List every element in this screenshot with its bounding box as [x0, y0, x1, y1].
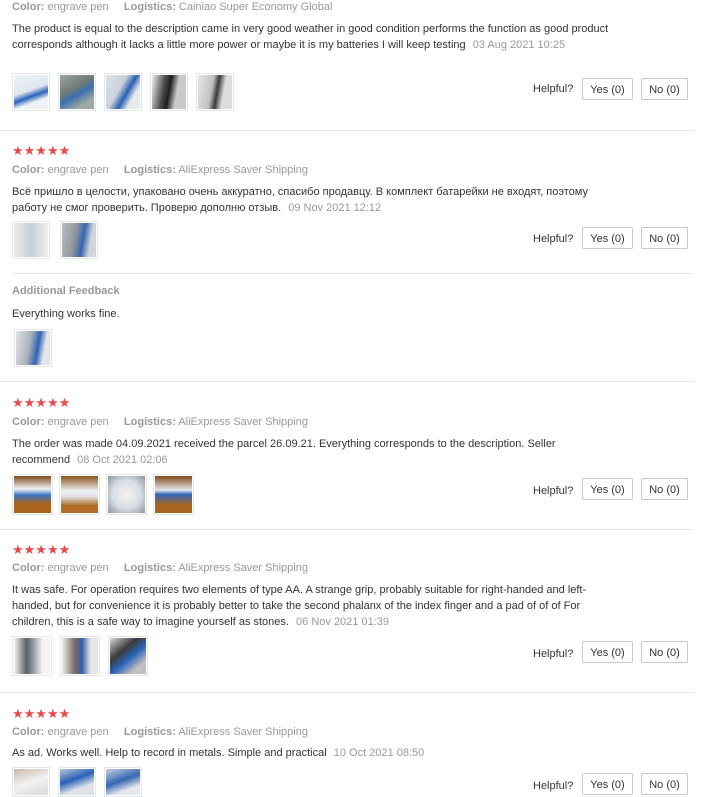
review-4-text-block: It was safe. For operation requires two … [12, 582, 620, 630]
review-date: 06 Nov 2021 01:39 [296, 616, 389, 628]
review-photo[interactable] [196, 73, 234, 111]
additional-feedback-divider [12, 273, 694, 274]
review-5-text-block: As ad. Works well. Help to record in met… [12, 745, 632, 761]
helpful-yes-button[interactable]: Yes (0) [582, 227, 633, 249]
review-photo[interactable] [59, 474, 100, 515]
review-photo[interactable] [104, 767, 142, 797]
additional-feedback-photos [14, 329, 52, 367]
review-photo[interactable] [106, 474, 147, 515]
review-photo[interactable] [104, 73, 142, 111]
review-photo[interactable] [58, 767, 96, 797]
review-divider [0, 529, 694, 530]
logistics-value: AliExpress Saver Shipping [178, 726, 308, 738]
color-label: Color: [12, 562, 45, 574]
review-photo[interactable] [150, 73, 188, 111]
helpful-label: Helpful? [533, 233, 574, 245]
helpful-label: Helpful? [533, 648, 574, 660]
logistics-value: Cainiao Super Economy Global [178, 1, 333, 13]
review-photo[interactable] [12, 636, 52, 676]
review-date: 08 Oct 2021 02:06 [77, 454, 168, 466]
review-photo[interactable] [12, 221, 50, 259]
helpful-label: Helpful? [533, 780, 574, 792]
review-photo[interactable] [12, 474, 53, 515]
review-date: 03 Aug 2021 10:25 [472, 39, 566, 51]
review-3-photos [12, 474, 194, 515]
review-4-meta: Color: engrave pen Logistics: AliExpress… [12, 562, 308, 574]
review-date: 10 Oct 2021 08:50 [333, 747, 425, 759]
star-rating: ★★★★★ [12, 395, 71, 410]
color-value: engrave pen [47, 1, 109, 13]
review-divider [0, 130, 694, 131]
review-3-text-block: The order was made 04.09.2021 received t… [12, 436, 587, 468]
logistics-label: Logistics: [123, 1, 176, 13]
review-photo[interactable] [12, 73, 50, 111]
review-photo[interactable] [58, 73, 96, 111]
review-1-meta: Color: engrave pen Logistics: Cainiao Su… [12, 1, 332, 13]
review-3-meta: Color: engrave pen Logistics: AliExpress… [12, 416, 308, 428]
logistics-value: AliExpress Saver Shipping [178, 164, 308, 176]
review-2-photos [12, 221, 98, 259]
review-5-meta: Color: engrave pen Logistics: AliExpress… [12, 726, 308, 738]
logistics-label: Logistics: [123, 416, 176, 428]
color-value: engrave pen [47, 562, 109, 574]
helpful-no-button[interactable]: No (0) [641, 641, 688, 663]
review-1-text-block: The product is equal to the description … [12, 21, 612, 53]
helpful-yes-button[interactable]: Yes (0) [582, 478, 633, 500]
additional-feedback-text: Everything works fine. [12, 308, 120, 320]
color-label: Color: [12, 416, 45, 428]
star-rating: ★★★★★ [12, 143, 71, 158]
helpful-no-button[interactable]: No (0) [641, 227, 688, 249]
logistics-value: AliExpress Saver Shipping [178, 416, 308, 428]
color-label: Color: [12, 164, 45, 176]
color-label: Color: [12, 1, 45, 13]
color-value: engrave pen [47, 416, 109, 428]
helpful-yes-button[interactable]: Yes (0) [582, 773, 633, 795]
review-divider [0, 381, 694, 382]
star-rating: ★★★★★ [12, 706, 71, 721]
helpful-label: Helpful? [533, 485, 574, 497]
review-2-text-block: Всё пришло в целости, упаковано очень ак… [12, 184, 622, 216]
star-rating: ★★★★★ [12, 542, 71, 557]
helpful-no-button[interactable]: No (0) [641, 478, 688, 500]
review-photo[interactable] [108, 636, 148, 676]
color-value: engrave pen [47, 726, 109, 738]
review-photo[interactable] [12, 767, 50, 797]
additional-feedback-heading: Additional Feedback [12, 285, 120, 297]
helpful-no-button[interactable]: No (0) [641, 773, 688, 795]
logistics-label: Logistics: [123, 562, 176, 574]
review-photo[interactable] [153, 474, 194, 515]
helpful-yes-button[interactable]: Yes (0) [582, 641, 633, 663]
logistics-label: Logistics: [123, 164, 176, 176]
review-date: 09 Nov 2021 12:12 [288, 202, 382, 214]
color-label: Color: [12, 726, 45, 738]
logistics-label: Logistics: [123, 726, 176, 738]
review-2-meta: Color: engrave pen Logistics: AliExpress… [12, 164, 308, 176]
logistics-value: AliExpress Saver Shipping [178, 562, 308, 574]
review-1-photos [12, 73, 234, 111]
review-5-photos [12, 767, 142, 797]
helpful-no-button[interactable]: No (0) [641, 78, 688, 100]
review-divider [0, 692, 694, 693]
review-4-photos [12, 636, 148, 676]
review-text: As ad. Works well. Help to record in met… [12, 747, 327, 759]
review-photo[interactable] [60, 221, 98, 259]
color-value: engrave pen [47, 164, 109, 176]
helpful-yes-button[interactable]: Yes (0) [582, 78, 633, 100]
review-photo[interactable] [14, 329, 52, 367]
review-photo[interactable] [60, 636, 100, 676]
helpful-label: Helpful? [533, 83, 574, 95]
